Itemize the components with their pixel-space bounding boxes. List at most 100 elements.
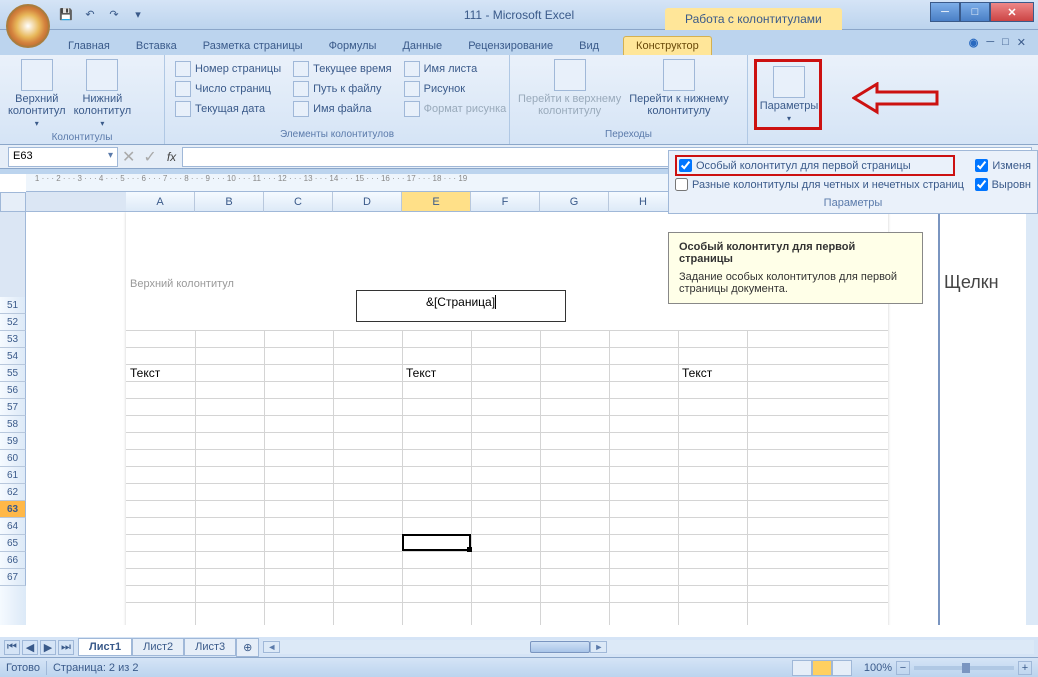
doc-minimize-icon[interactable]: ─ — [986, 36, 994, 49]
zoom-slider[interactable] — [914, 666, 1014, 670]
col-C[interactable]: C — [264, 192, 333, 212]
sheet-tab-3[interactable]: Лист3 — [184, 638, 236, 656]
sheet-prev-icon[interactable]: ◀ — [22, 640, 38, 655]
row-62[interactable]: 62 — [0, 484, 26, 501]
option-align[interactable]: Выровн — [975, 178, 1031, 191]
picture-button[interactable]: Рисунок — [402, 79, 509, 99]
header-button[interactable]: Верхний колонтитул▾ — [4, 57, 70, 130]
maximize-button[interactable]: □ — [960, 2, 990, 22]
current-time-button[interactable]: Текущее время — [291, 59, 393, 79]
checkbox-scale[interactable] — [975, 159, 988, 172]
current-date-button[interactable]: Текущая дата — [173, 99, 283, 119]
cell-i54[interactable]: Текст — [682, 366, 712, 380]
tab-page-layout[interactable]: Разметка страницы — [191, 37, 315, 55]
col-A[interactable]: A — [126, 192, 195, 212]
sheet-tab-1[interactable]: Лист1 — [78, 638, 132, 656]
sheet-tab-2[interactable]: Лист2 — [132, 638, 184, 656]
tab-design[interactable]: Конструктор — [623, 36, 712, 55]
goto-footer-button[interactable]: Перейти к нижнему колонтитулу — [625, 57, 732, 127]
col-D[interactable]: D — [333, 192, 402, 212]
row-54[interactable]: 54 — [0, 348, 26, 365]
tab-home[interactable]: Главная — [56, 37, 122, 55]
file-name-button[interactable]: Имя файла — [291, 99, 393, 119]
page-number-button[interactable]: Номер страницы — [173, 59, 283, 79]
option-odd-even[interactable]: Разные колонтитулы для четных и нечетных… — [675, 178, 964, 191]
hscroll-thumb[interactable] — [530, 641, 590, 653]
cell-e54[interactable]: Текст — [406, 366, 436, 380]
option-scale[interactable]: Изменя — [975, 155, 1031, 176]
row-66[interactable]: 66 — [0, 552, 26, 569]
select-all-corner[interactable] — [0, 192, 26, 212]
doc-close-icon[interactable]: ✕ — [1017, 36, 1026, 49]
enter-icon[interactable]: ✓ — [139, 147, 160, 167]
active-cell[interactable] — [402, 534, 471, 551]
checkbox-first-page[interactable] — [679, 159, 692, 172]
tab-insert[interactable]: Вставка — [124, 37, 189, 55]
row-headers: 51 52 53 54 55 56 57 58 59 60 61 62 63 6… — [0, 212, 26, 625]
close-button[interactable]: ✕ — [990, 2, 1034, 22]
quick-access-toolbar: 💾 ↶ ↷ ▾ — [56, 5, 148, 25]
row-60[interactable]: 60 — [0, 450, 26, 467]
zoom-level[interactable]: 100% — [864, 662, 892, 674]
options-button[interactable]: Параметры▾ — [759, 64, 819, 125]
tooltip: Особый колонтитул для первой страницы За… — [668, 232, 923, 304]
view-normal-button[interactable] — [792, 660, 812, 676]
row-53[interactable]: 53 — [0, 331, 26, 348]
tab-formulas[interactable]: Формулы — [317, 37, 389, 55]
tab-review[interactable]: Рецензирование — [456, 37, 565, 55]
office-button[interactable] — [6, 4, 50, 48]
row-65[interactable]: 65 — [0, 535, 26, 552]
row-59[interactable]: 59 — [0, 433, 26, 450]
row-63[interactable]: 63 — [0, 501, 26, 518]
zoom-out-button[interactable]: − — [896, 661, 910, 675]
window-title: 111 - Microsoft Excel — [464, 8, 574, 22]
tooltip-title: Особый колонтитул для первой страницы — [679, 241, 912, 265]
new-sheet-button[interactable]: ⊕ — [236, 638, 259, 657]
col-F[interactable]: F — [471, 192, 540, 212]
zoom-in-button[interactable]: + — [1018, 661, 1032, 675]
sheet-next-icon[interactable]: ▶ — [40, 640, 56, 655]
row-58[interactable]: 58 — [0, 416, 26, 433]
help-icon[interactable]: ◉ — [969, 36, 979, 49]
cell-a54[interactable]: Текст — [130, 366, 160, 380]
col-E[interactable]: E — [402, 192, 471, 212]
header-center-field[interactable]: &[Страница] — [356, 290, 566, 322]
doc-restore-icon[interactable]: □ — [1002, 36, 1009, 49]
row-61[interactable]: 61 — [0, 467, 26, 484]
tab-view[interactable]: Вид — [567, 37, 611, 55]
sheet-name-button[interactable]: Имя листа — [402, 59, 509, 79]
vertical-scrollbar[interactable] — [1026, 212, 1038, 625]
row-51[interactable]: 51 — [0, 297, 26, 314]
row-57[interactable]: 57 — [0, 399, 26, 416]
row-64[interactable]: 64 — [0, 518, 26, 535]
col-B[interactable]: B — [195, 192, 264, 212]
minimize-button[interactable]: ─ — [930, 2, 960, 22]
name-box[interactable]: E63 — [8, 147, 118, 167]
fx-icon[interactable]: fx — [167, 150, 176, 164]
qat-more-icon[interactable]: ▾ — [128, 5, 148, 25]
view-page-layout-button[interactable] — [812, 660, 832, 676]
ribbon-tabs: Главная Вставка Разметка страницы Формул… — [0, 30, 1038, 55]
cancel-icon[interactable]: ✕ — [118, 147, 139, 167]
undo-icon[interactable]: ↶ — [80, 5, 100, 25]
sheet-last-icon[interactable]: ⏭ — [58, 640, 74, 655]
horizontal-scrollbar[interactable] — [263, 640, 1034, 654]
view-page-break-button[interactable] — [832, 660, 852, 676]
checkbox-odd-even[interactable] — [675, 178, 688, 191]
checkbox-align[interactable] — [975, 178, 988, 191]
sheet-first-icon[interactable]: ⏮ — [4, 640, 20, 655]
file-path-button[interactable]: Путь к файлу — [291, 79, 393, 99]
row-55[interactable]: 55 — [0, 365, 26, 382]
footer-button[interactable]: Нижний колонтитул▾ — [70, 57, 136, 130]
zoom-thumb[interactable] — [962, 663, 970, 673]
row-56[interactable]: 56 — [0, 382, 26, 399]
goto-footer-icon — [663, 59, 695, 91]
row-52[interactable]: 52 — [0, 314, 26, 331]
row-67[interactable]: 67 — [0, 569, 26, 586]
option-different-first-page[interactable]: Особый колонтитул для первой страницы — [675, 155, 955, 176]
redo-icon[interactable]: ↷ — [104, 5, 124, 25]
save-icon[interactable]: 💾 — [56, 5, 76, 25]
col-G[interactable]: G — [540, 192, 609, 212]
page-count-button[interactable]: Число страниц — [173, 79, 283, 99]
tab-data[interactable]: Данные — [390, 37, 454, 55]
